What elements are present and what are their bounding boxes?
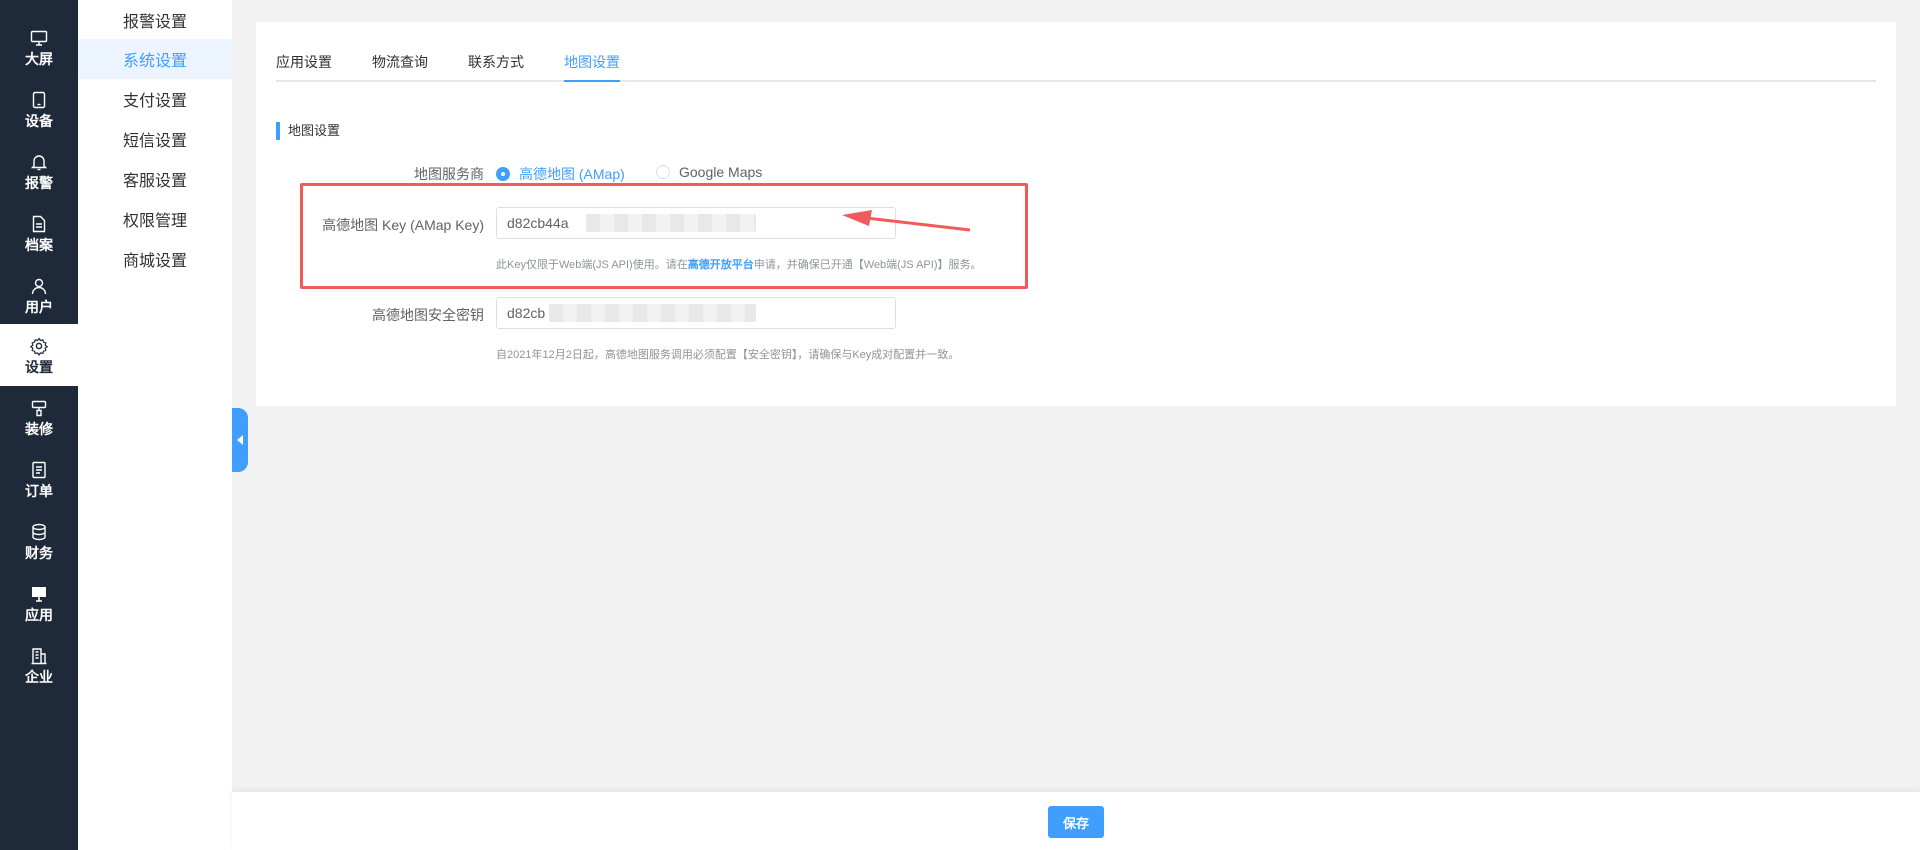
rail-item-archives[interactable]: 档案 <box>0 202 78 264</box>
radio-amap-label: 高德地图 (AMap) <box>519 166 625 182</box>
rail-label: 大屏 <box>25 50 53 67</box>
rail-label: 档案 <box>25 236 53 253</box>
desktop-icon <box>32 586 46 602</box>
monitor-icon <box>30 30 48 46</box>
rail-label: 设置 <box>25 358 53 375</box>
settings-submenu: 报警设置 系统设置 支付设置 短信设置 客服设置 权限管理 商城设置 <box>78 0 232 850</box>
rail-item-enterprise[interactable]: 企业 <box>0 634 78 696</box>
bottom-action-bar: 保存 <box>232 792 1920 850</box>
gear-icon <box>29 336 49 356</box>
rail-item-finance[interactable]: 财务 <box>0 510 78 572</box>
rail-item-alarms[interactable]: 报警 <box>0 140 78 202</box>
rail-label: 财务 <box>25 544 53 561</box>
tab-app-settings[interactable]: 应用设置 <box>276 52 332 82</box>
rail-label: 设备 <box>25 112 53 129</box>
database-icon <box>32 523 46 540</box>
user-icon <box>31 278 47 294</box>
rail-label: 用户 <box>25 298 53 315</box>
rail-item-devices[interactable]: 设备 <box>0 78 78 140</box>
rail-item-decoration[interactable]: 装修 <box>0 386 78 448</box>
submenu-item-payment-settings[interactable]: 支付设置 <box>78 79 232 119</box>
rail-item-settings[interactable]: 设置 <box>0 324 78 386</box>
document-icon <box>32 215 46 232</box>
rail-label: 装修 <box>25 420 53 437</box>
brush-icon <box>31 400 47 416</box>
caret-left-icon <box>237 435 243 445</box>
radio-google-maps[interactable]: Google Maps <box>656 164 762 180</box>
list-icon <box>32 461 46 478</box>
provider-label: 地图服务商 <box>414 166 484 182</box>
collapse-sidebar-button[interactable] <box>232 408 248 472</box>
amap-secret-value: d82cb <box>507 305 546 321</box>
radio-google-label: Google Maps <box>679 164 763 180</box>
annotation-arrow-icon <box>842 210 971 232</box>
rail-label: 订单 <box>25 482 53 499</box>
tab-map-settings[interactable]: 地图设置 <box>564 52 620 82</box>
radio-checked-icon <box>496 167 510 181</box>
tab-logistics[interactable]: 物流查询 <box>372 52 428 82</box>
submenu-item-alarm-settings[interactable]: 报警设置 <box>78 0 232 40</box>
icon-rail: 大屏 设备 报警 档案 用户 设置 装修 订单 财务 应用 企业 <box>0 0 78 850</box>
submenu-item-permissions[interactable]: 权限管理 <box>78 199 232 239</box>
submenu-item-system-settings[interactable]: 系统设置 <box>78 39 232 79</box>
rail-label: 企业 <box>25 668 53 685</box>
submenu-item-service-settings[interactable]: 客服设置 <box>78 159 232 199</box>
radio-amap[interactable]: 高德地图 (AMap) <box>496 164 625 184</box>
building-icon <box>31 647 47 664</box>
amap-secret-hint: 自2021年12月2日起，高德地图服务调用必须配置【安全密钥】，请确保与Key成… <box>496 349 960 361</box>
tab-contact[interactable]: 联系方式 <box>468 52 524 82</box>
rail-item-users[interactable]: 用户 <box>0 264 78 326</box>
amap-secret-label: 高德地图安全密钥 <box>372 307 484 323</box>
bell-icon <box>30 154 48 170</box>
tablet-icon <box>32 91 46 108</box>
radio-unchecked-icon <box>656 165 670 179</box>
submenu-item-sms-settings[interactable]: 短信设置 <box>78 119 232 159</box>
secret-redaction <box>549 304 756 322</box>
save-button[interactable]: 保存 <box>1048 806 1104 838</box>
rail-item-orders[interactable]: 订单 <box>0 448 78 510</box>
tab-bar: 应用设置 物流查询 联系方式 地图设置 <box>276 22 1876 82</box>
section-title: 地图设置 <box>276 122 340 140</box>
rail-label: 应用 <box>25 606 53 623</box>
rail-item-dashboard[interactable]: 大屏 <box>0 16 78 78</box>
rail-item-apps[interactable]: 应用 <box>0 572 78 634</box>
rail-label: 报警 <box>25 174 53 191</box>
submenu-item-mall-settings[interactable]: 商城设置 <box>78 239 232 279</box>
